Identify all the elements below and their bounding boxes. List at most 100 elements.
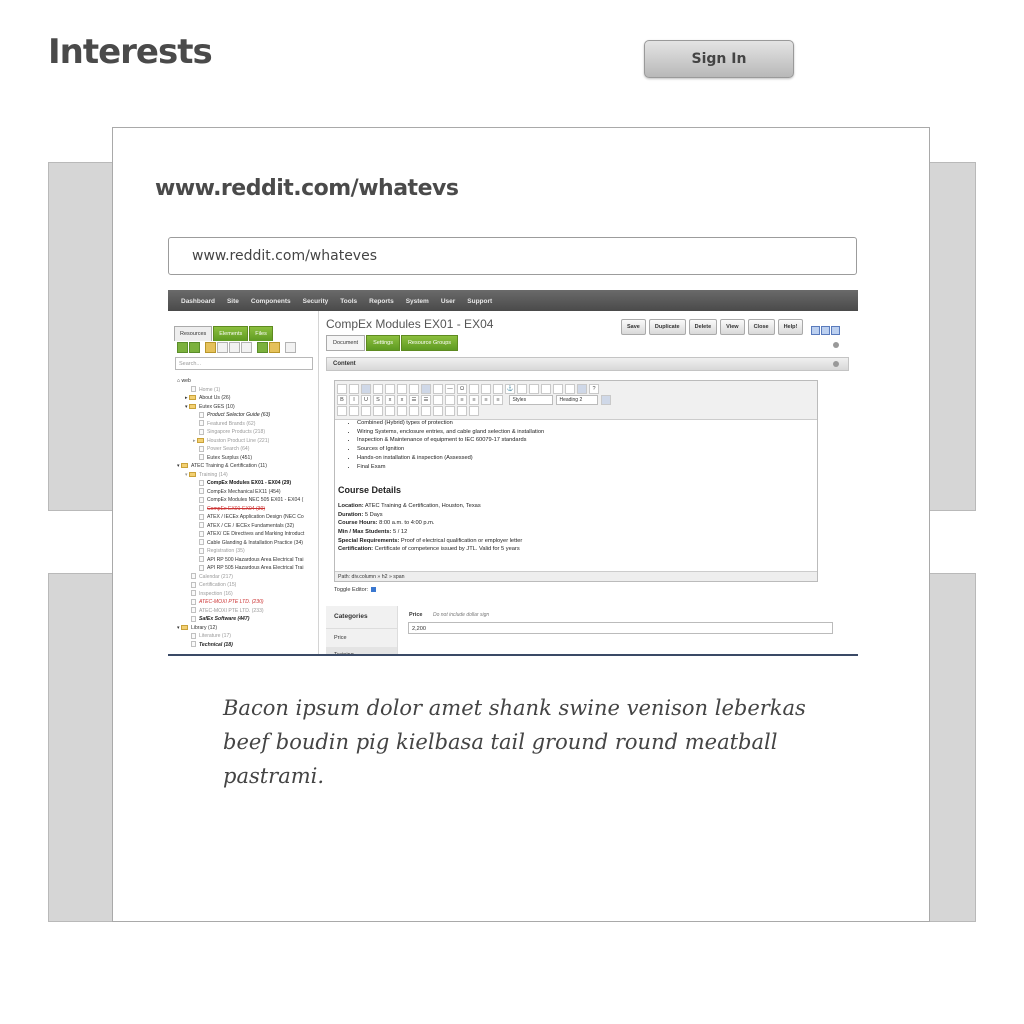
view-mode-icon[interactable] — [830, 326, 840, 335]
tree-item[interactable]: Literature (17) — [177, 632, 304, 641]
align-left-icon[interactable]: ≡ — [457, 395, 467, 405]
tab-resource-groups[interactable]: Resource Groups — [400, 335, 459, 351]
anchor-icon[interactable]: ⚓ — [505, 384, 515, 394]
tree-item[interactable]: CompEx Modules EX01 - EX04 (29) — [177, 479, 304, 488]
tree-item[interactable]: ▸ About Us (26) — [177, 394, 304, 403]
table-icon[interactable] — [469, 384, 479, 394]
attribute-icon[interactable] — [517, 384, 527, 394]
tree-item[interactable]: ATEC-MOXI PTE LTD. (230) — [177, 598, 304, 607]
print-preview-icon[interactable] — [565, 384, 575, 394]
cut-icon[interactable] — [337, 384, 347, 394]
align-center-icon[interactable]: ≡ — [469, 395, 479, 405]
nav-components[interactable]: Components — [245, 291, 297, 312]
strikethrough-icon[interactable]: S — [373, 395, 383, 405]
tree-item[interactable]: ▾ Training (14) — [177, 471, 304, 480]
collapse-icon[interactable] — [833, 342, 839, 348]
preview-icon[interactable] — [553, 384, 563, 394]
tree-item[interactable]: Eutex Surplus (451) — [177, 454, 304, 463]
new-folder-icon[interactable] — [205, 342, 216, 353]
media-icon[interactable] — [577, 384, 587, 394]
tree-item[interactable]: API RP 505 Hazardous Area Electrical Tra… — [177, 564, 304, 573]
purge-icon[interactable] — [285, 342, 296, 353]
styles-select[interactable]: Styles — [509, 395, 554, 405]
special-char-icon[interactable]: Ω — [457, 384, 467, 394]
italic-icon[interactable]: I — [349, 395, 359, 405]
tree-item[interactable]: Power Search (64) — [177, 445, 304, 454]
tree-item[interactable]: Registration (35) — [177, 547, 304, 556]
sidebar-search-input[interactable]: Search... — [175, 357, 313, 370]
tree-item[interactable]: ▾ Eutex GES (10) — [177, 403, 304, 412]
cleanup-icon[interactable] — [409, 406, 419, 416]
nav-site[interactable]: Site — [221, 291, 245, 312]
bullet-list-icon[interactable]: ☰ — [409, 395, 419, 405]
price-input[interactable]: 2,200 — [408, 622, 833, 634]
tree-item[interactable]: CompEx Mechanical EX11 (454) — [177, 488, 304, 497]
number-list-icon[interactable]: ☰ — [421, 395, 431, 405]
redo-icon[interactable] — [361, 406, 371, 416]
horizontal-rule-icon[interactable]: — — [445, 384, 455, 394]
nav-dashboard[interactable]: Dashboard — [168, 291, 221, 312]
find-icon[interactable] — [373, 406, 383, 416]
tree-item[interactable]: ATEC-MOXI PTE LTD. (233) — [177, 607, 304, 616]
duplicate-button[interactable]: Duplicate — [648, 319, 686, 335]
view-button[interactable]: View — [720, 319, 745, 335]
template-icon[interactable] — [433, 406, 443, 416]
paste-icon[interactable] — [337, 406, 347, 416]
layer-icon[interactable] — [445, 406, 455, 416]
new-weblink-icon[interactable] — [229, 342, 240, 353]
sort-icon[interactable] — [269, 342, 280, 353]
nav-reports[interactable]: Reports — [363, 291, 400, 312]
heading-select[interactable]: Heading 2 — [556, 395, 599, 405]
tree-item[interactable]: ▾ ATEC Training & Certification (11) — [177, 462, 304, 471]
expand-icon[interactable] — [177, 342, 188, 353]
blockquote-icon[interactable] — [469, 406, 479, 416]
close-button[interactable]: Close — [747, 319, 775, 335]
url-input[interactable] — [168, 237, 857, 275]
outdent-icon[interactable] — [433, 395, 443, 405]
link-icon[interactable] — [481, 384, 491, 394]
bold-icon[interactable]: B — [337, 395, 347, 405]
paste-icon[interactable] — [361, 384, 371, 394]
edit-icon[interactable] — [541, 384, 551, 394]
tree-item[interactable]: Certification (15) — [177, 581, 304, 590]
code-icon[interactable] — [421, 406, 431, 416]
view-mode-icon[interactable] — [810, 326, 820, 335]
visual-aid-icon[interactable] — [397, 406, 407, 416]
unlink-icon[interactable] — [493, 384, 503, 394]
editor-content[interactable]: Combined (Hybrid) types of protection Wi… — [335, 419, 817, 569]
nav-system[interactable]: System — [400, 291, 435, 312]
refresh-icon[interactable] — [257, 342, 268, 353]
tree-item[interactable]: ⌂ web — [177, 377, 304, 386]
align-right-icon[interactable]: ≡ — [481, 395, 491, 405]
paste-text-icon[interactable] — [373, 384, 383, 394]
nav-security[interactable]: Security — [297, 291, 335, 312]
new-symlink-icon[interactable] — [241, 342, 252, 353]
justify-icon[interactable]: ≡ — [493, 395, 503, 405]
new-document-icon[interactable] — [217, 342, 228, 353]
tree-item[interactable]: Calendar (217) — [177, 573, 304, 582]
tab-settings[interactable]: Settings — [366, 335, 400, 351]
undo-icon[interactable] — [349, 406, 359, 416]
tab-resources[interactable]: Resources — [174, 326, 213, 341]
help-button[interactable]: Help! — [777, 319, 804, 335]
flash-icon[interactable] — [433, 384, 443, 394]
tree-item[interactable]: Home (1) — [177, 386, 304, 395]
tree-item[interactable]: SafEx Software (447) — [177, 615, 304, 624]
category-training[interactable]: Training — [326, 647, 397, 654]
spellcheck-icon[interactable] — [409, 384, 419, 394]
fullscreen-icon[interactable] — [457, 406, 467, 416]
indent-icon[interactable] — [445, 395, 455, 405]
underline-icon[interactable]: U — [361, 395, 371, 405]
save-button[interactable]: Save — [621, 319, 646, 335]
view-mode-icon[interactable] — [820, 326, 830, 335]
format-icon[interactable] — [601, 395, 612, 405]
tree-item[interactable]: Product Selector Guide (63) — [177, 411, 304, 420]
nav-tools[interactable]: Tools — [334, 291, 363, 312]
nav-support[interactable]: Support — [461, 291, 498, 312]
subscript-icon[interactable]: x — [385, 395, 395, 405]
help-icon[interactable]: ? — [589, 384, 599, 394]
tree-item[interactable]: Singapore Products (218) — [177, 428, 304, 437]
tree-item[interactable]: ATEX / CE / IECEx Fundamentals (32) — [177, 522, 304, 531]
toggle-editor[interactable]: Toggle Editor: — [334, 587, 377, 593]
category-price[interactable]: Price — [326, 629, 397, 647]
